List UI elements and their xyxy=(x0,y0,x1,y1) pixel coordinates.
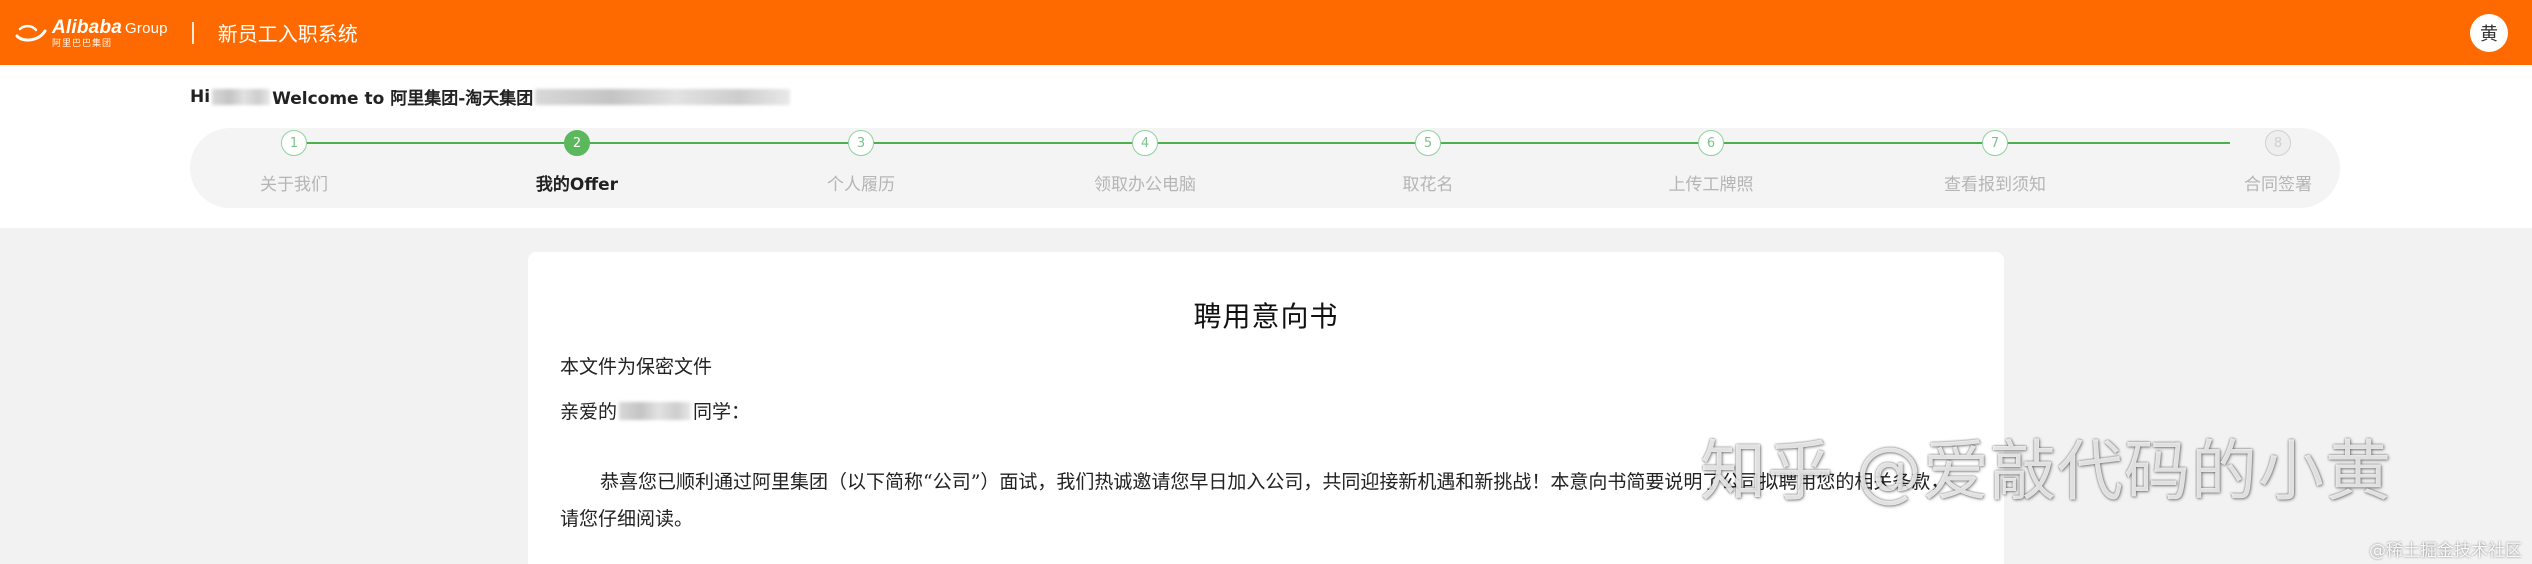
top-bar: Alibaba Group 阿里巴巴集团 新员工入职系统 黄 xyxy=(0,0,2532,65)
greeting: Hi Welcome to 阿里集团-淘天集团 xyxy=(190,84,792,109)
alibaba-smile-icon xyxy=(14,22,48,44)
logo-group: Group xyxy=(125,19,168,37)
user-avatar[interactable]: 黄 xyxy=(2470,14,2508,52)
onboarding-steps: 1 关于我们 2 我的Offer 3 个人履历 4 领取办公电脑 5 取花名 6… xyxy=(190,128,2340,208)
step-number: 8 xyxy=(2265,130,2291,156)
salutation-suffix: 同学： xyxy=(693,401,751,423)
step-label: 上传工牌照 xyxy=(1668,175,1754,195)
zhihu-watermark: 知乎 @爱敲代码的小黄 xyxy=(1700,433,2392,510)
step-about-us[interactable]: 1 关于我们 xyxy=(194,128,394,195)
step-label: 领取办公电脑 xyxy=(1094,175,1196,195)
step-number: 1 xyxy=(281,130,307,156)
step-label: 我的Offer xyxy=(535,175,619,195)
greeting-welcome: Welcome to 阿里集团-淘天集团 xyxy=(272,89,534,109)
redacted-recipient xyxy=(619,401,692,420)
logo-name: Alibaba xyxy=(52,16,123,38)
greeting-prefix: Hi xyxy=(190,86,211,107)
step-resume[interactable]: 3 个人履历 xyxy=(761,128,961,195)
redacted-department xyxy=(535,88,791,105)
salutation: 亲爱的 同学： xyxy=(560,397,750,424)
app-title: 新员工入职系统 xyxy=(217,22,358,46)
juejin-watermark: @稀土掘金技术社区 xyxy=(2369,541,2522,561)
step-badge-photo[interactable]: 6 上传工牌照 xyxy=(1611,128,1811,195)
step-label: 个人履历 xyxy=(827,175,895,195)
step-number: 2 xyxy=(564,130,590,156)
step-label: 取花名 xyxy=(1402,175,1454,195)
salutation-prefix: 亲爱的 xyxy=(560,401,618,423)
confidential-notice: 本文件为保密文件 xyxy=(560,356,713,378)
step-my-offer[interactable]: 2 我的Offer xyxy=(477,128,677,195)
alibaba-logo[interactable]: Alibaba Group 阿里巴巴集团 xyxy=(14,18,168,48)
step-contract-signing[interactable]: 8 合同签署 xyxy=(2178,128,2378,195)
step-number: 4 xyxy=(1132,130,1158,156)
step-number: 5 xyxy=(1415,130,1441,156)
step-onboarding-notice[interactable]: 7 查看报到须知 xyxy=(1895,128,2095,195)
header-divider xyxy=(191,21,194,44)
document-title: 聘用意向书 xyxy=(1193,300,1339,333)
redacted-name xyxy=(212,88,271,105)
offer-letter-card: 聘用意向书 本文件为保密文件 亲爱的 同学： 恭喜您已顺利通过阿里集团（以下简称… xyxy=(528,252,2004,564)
step-label: 关于我们 xyxy=(260,175,328,195)
step-number: 6 xyxy=(1698,130,1724,156)
step-label: 查看报到须知 xyxy=(1944,175,2046,195)
step-label: 合同签署 xyxy=(2244,175,2312,195)
step-number: 3 xyxy=(848,130,874,156)
step-get-laptop[interactable]: 4 领取办公电脑 xyxy=(1045,128,1245,195)
logo-subtitle: 阿里巴巴集团 xyxy=(52,37,113,48)
step-nickname[interactable]: 5 取花名 xyxy=(1328,128,1528,195)
step-number: 7 xyxy=(1982,130,2008,156)
